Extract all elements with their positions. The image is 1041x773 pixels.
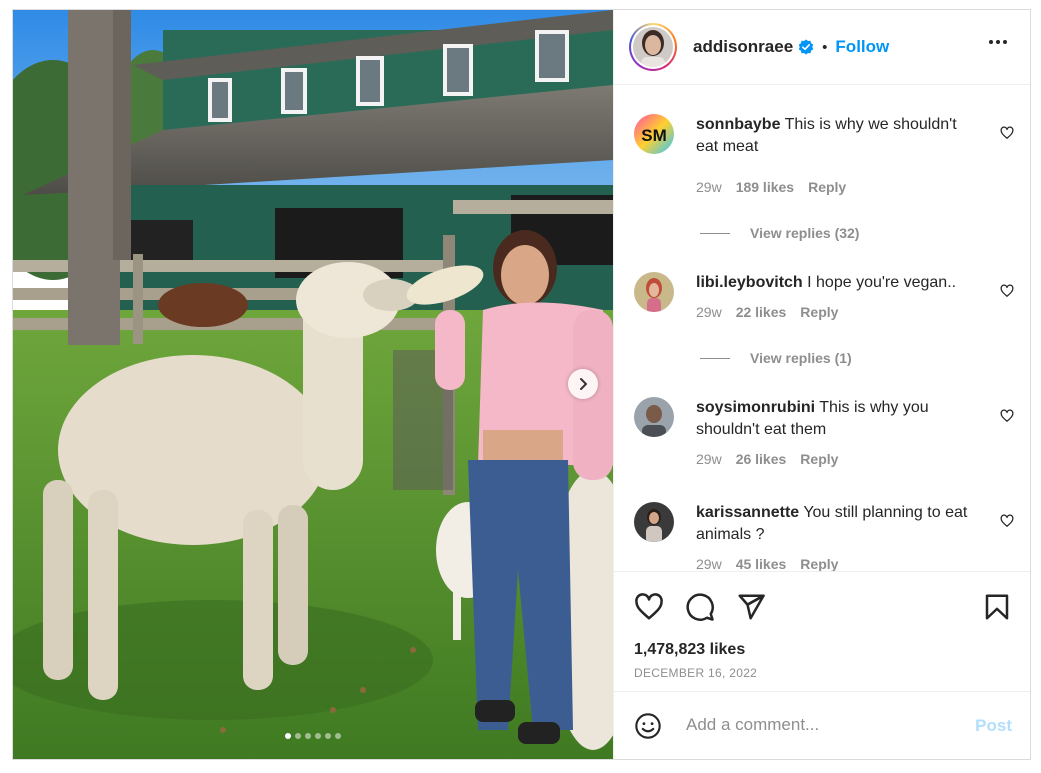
view-replies-button[interactable]: View replies (1) bbox=[700, 350, 852, 366]
view-replies-button[interactable]: View replies (32) bbox=[700, 225, 859, 241]
comment-age[interactable]: 29w bbox=[696, 179, 722, 195]
reply-button[interactable]: Reply bbox=[800, 556, 838, 571]
add-comment-bar: Post bbox=[614, 691, 1030, 759]
commenter-username[interactable]: soysimonrubini bbox=[696, 399, 815, 416]
commenter-avatar[interactable] bbox=[634, 502, 674, 542]
post-comment-button[interactable]: Post bbox=[975, 716, 1012, 736]
next-slide-button[interactable] bbox=[568, 369, 598, 399]
chevron-right-icon bbox=[580, 378, 587, 390]
post-side-panel: addisonraee • Follow SM sonnbaybe This i… bbox=[613, 10, 1030, 759]
header-separator: • bbox=[822, 38, 828, 56]
commenter-avatar[interactable] bbox=[634, 272, 674, 312]
smiley-icon[interactable] bbox=[634, 712, 662, 745]
comment-input[interactable] bbox=[684, 714, 958, 736]
svg-text:SM: SM bbox=[641, 126, 667, 145]
carousel-dot bbox=[325, 733, 331, 739]
comment-meta: 29w 45 likes Reply bbox=[696, 556, 838, 571]
comment-age[interactable]: 29w bbox=[696, 451, 722, 467]
author-username[interactable]: addisonraee bbox=[693, 37, 793, 57]
comment-bubble-icon[interactable] bbox=[685, 592, 715, 627]
post-card: addisonraee • Follow SM sonnbaybe This i… bbox=[12, 9, 1031, 760]
comment-meta: 29w 26 likes Reply bbox=[696, 451, 838, 467]
paper-plane-icon[interactable] bbox=[736, 592, 766, 627]
more-options-icon[interactable] bbox=[989, 40, 1007, 44]
comment-text-block: karissannette You still planning to eat … bbox=[696, 502, 976, 546]
comment-heart-icon[interactable] bbox=[1000, 409, 1014, 428]
post-media[interactable] bbox=[13, 10, 613, 759]
post-date[interactable]: DECEMBER 16, 2022 bbox=[634, 666, 757, 680]
reply-button[interactable]: Reply bbox=[800, 304, 838, 320]
post-photo bbox=[13, 10, 613, 759]
comment-likes[interactable]: 22 likes bbox=[736, 304, 787, 320]
comment-text-block: sonnbaybe This is why we shouldn't eat m… bbox=[696, 114, 976, 158]
carousel-dot bbox=[335, 733, 341, 739]
reply-button[interactable]: Reply bbox=[808, 179, 846, 195]
author-avatar[interactable] bbox=[629, 23, 677, 71]
commenter-avatar[interactable] bbox=[634, 397, 674, 437]
carousel-dot bbox=[285, 733, 291, 739]
reply-button[interactable]: Reply bbox=[800, 451, 838, 467]
comment-likes[interactable]: 26 likes bbox=[736, 451, 787, 467]
comment-text-block: soysimonrubini This is why you shouldn't… bbox=[696, 397, 976, 441]
commenter-username[interactable]: karissannette bbox=[696, 504, 799, 521]
carousel-indicator bbox=[13, 733, 613, 739]
comment-age[interactable]: 29w bbox=[696, 556, 722, 571]
carousel-dot bbox=[315, 733, 321, 739]
comment-text: I hope you're vegan.. bbox=[807, 274, 957, 291]
comment-age[interactable]: 29w bbox=[696, 304, 722, 320]
comment-likes[interactable]: 189 likes bbox=[736, 179, 794, 195]
commenter-username[interactable]: libi.leybovitch bbox=[696, 274, 803, 291]
commenter-username[interactable]: sonnbaybe bbox=[696, 116, 780, 133]
heart-icon[interactable] bbox=[634, 592, 664, 627]
comment-heart-icon[interactable] bbox=[1000, 284, 1014, 303]
comment-text-block: libi.leybovitch I hope you're vegan.. bbox=[696, 272, 996, 294]
comment-likes[interactable]: 45 likes bbox=[736, 556, 787, 571]
carousel-dot bbox=[305, 733, 311, 739]
carousel-dot bbox=[295, 733, 301, 739]
commenter-avatar[interactable]: SM bbox=[634, 114, 674, 154]
bookmark-icon[interactable] bbox=[982, 592, 1012, 627]
comment-meta: 29w 22 likes Reply bbox=[696, 304, 838, 320]
likes-count[interactable]: 1,478,823 likes bbox=[634, 641, 745, 659]
follow-button[interactable]: Follow bbox=[835, 37, 889, 57]
comments-list[interactable]: SM sonnbaybe This is why we shouldn't ea… bbox=[614, 86, 1030, 571]
post-actions: 1,478,823 likes DECEMBER 16, 2022 bbox=[614, 571, 1030, 692]
comment-heart-icon[interactable] bbox=[1000, 126, 1014, 145]
verified-badge-icon bbox=[798, 39, 814, 55]
post-header: addisonraee • Follow bbox=[614, 10, 1030, 85]
comment-meta: 29w 189 likes Reply bbox=[696, 179, 846, 195]
comment-heart-icon[interactable] bbox=[1000, 514, 1014, 533]
